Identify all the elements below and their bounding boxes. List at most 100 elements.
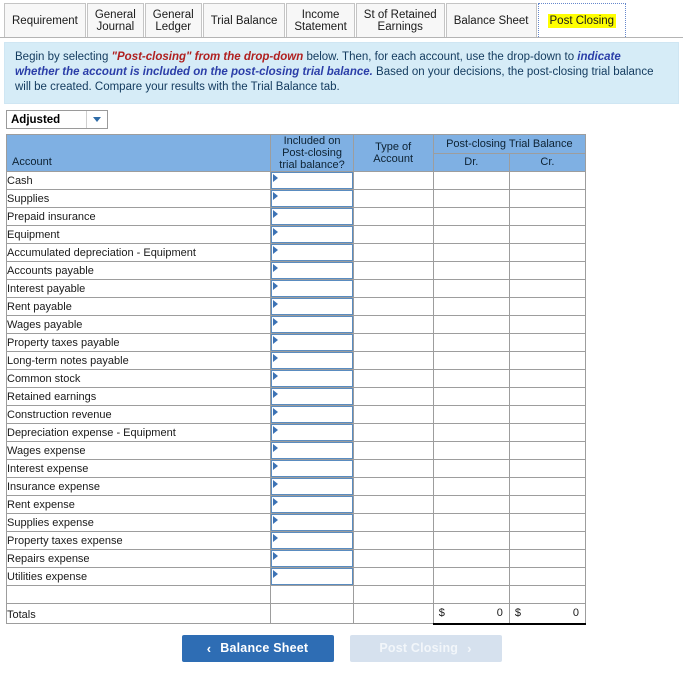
included-dropdown[interactable] bbox=[271, 244, 353, 261]
tab-post-closing[interactable]: Post Closing bbox=[537, 3, 627, 37]
table-row: Wages payable bbox=[5, 315, 587, 334]
included-dropdown[interactable] bbox=[271, 460, 353, 477]
included-dropdown[interactable] bbox=[271, 424, 353, 441]
included-dropdown[interactable] bbox=[271, 442, 353, 459]
credit-cell bbox=[508, 333, 587, 352]
account-name-cell: Wages payable bbox=[5, 315, 272, 334]
included-dropdown-cell[interactable] bbox=[270, 423, 354, 442]
table-row: Accumulated depreciation - Equipment bbox=[5, 243, 587, 262]
included-dropdown[interactable] bbox=[271, 226, 353, 243]
included-dropdown[interactable] bbox=[271, 280, 353, 297]
prev-balance-sheet-button[interactable]: ‹ Balance Sheet bbox=[181, 634, 334, 662]
tab-income-statement[interactable]: Income Statement bbox=[286, 3, 355, 37]
included-dropdown[interactable] bbox=[271, 262, 353, 279]
period-select-value: Adjusted bbox=[11, 113, 61, 126]
included-dropdown-cell[interactable] bbox=[270, 189, 354, 208]
included-dropdown-cell[interactable] bbox=[270, 171, 354, 190]
chevron-down-icon[interactable] bbox=[86, 111, 107, 128]
period-select[interactable]: Adjusted bbox=[6, 110, 108, 129]
included-dropdown-cell[interactable] bbox=[270, 513, 354, 532]
tab-st-of-retained-earnings[interactable]: St of Retained Earnings bbox=[355, 3, 445, 37]
credit-cell bbox=[508, 405, 587, 424]
account-name-cell: Retained earnings bbox=[5, 387, 272, 406]
included-dropdown[interactable] bbox=[271, 388, 353, 405]
included-dropdown[interactable] bbox=[271, 334, 353, 351]
debit-cell bbox=[432, 441, 510, 460]
debit-cell bbox=[432, 243, 510, 262]
included-dropdown[interactable] bbox=[271, 406, 353, 423]
type-of-account-cell bbox=[352, 387, 434, 406]
debit-cell bbox=[432, 369, 510, 388]
col-header-included: Included on Post-closing trial balance? bbox=[270, 134, 354, 172]
included-dropdown[interactable] bbox=[271, 298, 353, 315]
next-post-closing-button[interactable]: Post Closing › bbox=[349, 634, 502, 662]
account-name-cell: Construction revenue bbox=[5, 405, 272, 424]
included-dropdown[interactable] bbox=[271, 532, 353, 549]
included-dropdown-cell[interactable] bbox=[270, 549, 354, 568]
included-dropdown[interactable] bbox=[271, 172, 353, 189]
included-dropdown[interactable] bbox=[271, 478, 353, 495]
included-dropdown[interactable] bbox=[271, 496, 353, 513]
included-dropdown-cell[interactable] bbox=[270, 369, 354, 388]
type-of-account-cell bbox=[352, 423, 434, 442]
included-dropdown-cell[interactable] bbox=[270, 459, 354, 478]
col-header-post-closing-trial-balance: Post-closing Trial Balance bbox=[432, 134, 587, 154]
debit-cell bbox=[432, 495, 510, 514]
included-dropdown-cell[interactable] bbox=[270, 387, 354, 406]
included-dropdown-cell[interactable] bbox=[270, 351, 354, 370]
included-dropdown[interactable] bbox=[271, 352, 353, 369]
table-row: Rent expense bbox=[5, 495, 587, 514]
table-row: Cash bbox=[5, 171, 587, 190]
included-dropdown-cell[interactable] bbox=[270, 261, 354, 280]
debit-cell bbox=[432, 387, 510, 406]
included-dropdown[interactable] bbox=[271, 316, 353, 333]
included-dropdown[interactable] bbox=[271, 550, 353, 567]
included-dropdown[interactable] bbox=[271, 370, 353, 387]
included-dropdown[interactable] bbox=[271, 568, 353, 585]
account-name-cell: Depreciation expense - Equipment bbox=[5, 423, 272, 442]
instructions-emphasis-red: "Post-closing" from the drop-down bbox=[111, 51, 304, 63]
table-spacer-row bbox=[5, 585, 587, 604]
included-dropdown-cell[interactable] bbox=[270, 297, 354, 316]
credit-cell bbox=[508, 243, 587, 262]
credit-cell bbox=[508, 387, 587, 406]
included-dropdown-cell[interactable] bbox=[270, 207, 354, 226]
included-dropdown-cell[interactable] bbox=[270, 279, 354, 298]
included-dropdown-cell[interactable] bbox=[270, 531, 354, 550]
included-dropdown-cell[interactable] bbox=[270, 225, 354, 244]
debit-cell bbox=[432, 531, 510, 550]
credit-cell bbox=[508, 297, 587, 316]
tab-trial-balance[interactable]: Trial Balance bbox=[202, 3, 286, 37]
table-row: Repairs expense bbox=[5, 549, 587, 568]
table-row: Depreciation expense - Equipment bbox=[5, 423, 587, 442]
totals-debit-value: 0 bbox=[496, 607, 503, 619]
included-dropdown[interactable] bbox=[271, 514, 353, 531]
account-name-cell: Wages expense bbox=[5, 441, 272, 460]
included-dropdown-cell[interactable] bbox=[270, 441, 354, 460]
tab-balance-sheet[interactable]: Balance Sheet bbox=[445, 3, 537, 37]
included-dropdown[interactable] bbox=[271, 190, 353, 207]
tab-requirement[interactable]: Requirement bbox=[4, 3, 86, 37]
totals-debit-cell: $0 bbox=[432, 603, 510, 625]
included-dropdown-cell[interactable] bbox=[270, 567, 354, 586]
table-row: Prepaid insurance bbox=[5, 207, 587, 226]
tab-general-journal[interactable]: General Journal bbox=[86, 3, 144, 37]
account-name-cell: Interest expense bbox=[5, 459, 272, 478]
included-dropdown-cell[interactable] bbox=[270, 477, 354, 496]
included-dropdown-cell[interactable] bbox=[270, 405, 354, 424]
tab-label: Post Closing bbox=[547, 13, 617, 28]
type-of-account-cell bbox=[352, 477, 434, 496]
account-name-cell: Equipment bbox=[5, 225, 272, 244]
account-name-cell: Utilities expense bbox=[5, 567, 272, 586]
table-row: Property taxes expense bbox=[5, 531, 587, 550]
account-name-cell: Interest payable bbox=[5, 279, 272, 298]
account-name-cell: Repairs expense bbox=[5, 549, 272, 568]
included-dropdown[interactable] bbox=[271, 208, 353, 225]
tab-general-ledger[interactable]: General Ledger bbox=[144, 3, 202, 37]
spacer-cell bbox=[5, 585, 272, 604]
included-dropdown-cell[interactable] bbox=[270, 333, 354, 352]
debit-cell bbox=[432, 225, 510, 244]
included-dropdown-cell[interactable] bbox=[270, 243, 354, 262]
included-dropdown-cell[interactable] bbox=[270, 495, 354, 514]
included-dropdown-cell[interactable] bbox=[270, 315, 354, 334]
